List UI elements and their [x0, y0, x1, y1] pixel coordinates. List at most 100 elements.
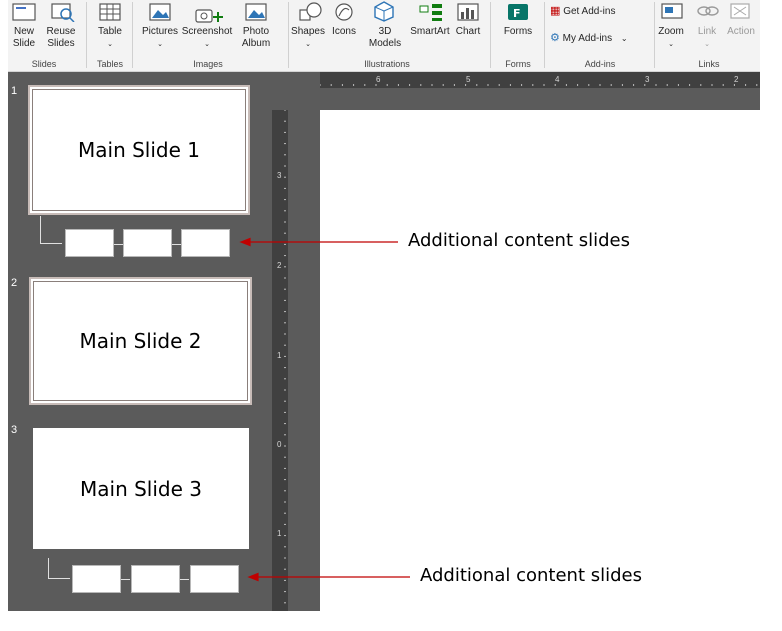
shapes-icon — [299, 2, 322, 21]
smartart-button[interactable]: SmartArt — [408, 26, 452, 38]
workspace: 1 Main Slide 1 2 Main Slide 2 3 Main Sli… — [8, 72, 760, 611]
pictures-button[interactable]: Pictures ⌄ — [140, 26, 180, 51]
ruler-number: 4 — [555, 75, 560, 84]
slide-thumbnail-3[interactable]: Main Slide 3 — [33, 428, 249, 549]
group-label-tables: Tables — [96, 59, 123, 69]
tree-connector — [48, 558, 70, 579]
action-icon — [730, 3, 750, 19]
ruler-number: 2 — [277, 261, 282, 270]
my-addins-button[interactable]: ⚙ My Add-ins ⌄ — [550, 32, 628, 45]
ruler-number: 3 — [645, 75, 650, 84]
content-slide-thumbnail[interactable] — [72, 565, 121, 593]
icons-icon — [335, 3, 353, 21]
slide-title: Main Slide 3 — [80, 476, 202, 501]
ruler-ticks — [320, 84, 758, 86]
icons-button[interactable]: Icons — [328, 26, 360, 38]
tree-connector — [40, 216, 62, 244]
horizontal-ruler[interactable]: 6 5 4 3 2 — [320, 72, 760, 88]
group-separator — [544, 2, 545, 68]
get-addins-button[interactable]: ▦ Get Add-ins — [550, 5, 615, 18]
slide-number: 1 — [11, 85, 18, 97]
ruler-number: 2 — [734, 75, 739, 84]
photo-album-label: Photo Album — [241, 26, 271, 49]
group-separator — [86, 2, 87, 68]
link-icon — [697, 6, 719, 16]
screenshot-button[interactable]: Screenshot ⌄ — [180, 26, 234, 51]
slide-title: Main Slide 2 — [79, 329, 202, 353]
table-button[interactable]: Table ⌄ — [94, 26, 126, 51]
chevron-down-icon: ⌄ — [668, 41, 674, 48]
group-separator — [490, 2, 491, 68]
pictures-icon — [149, 3, 171, 21]
shapes-button[interactable]: Shapes ⌄ — [290, 26, 326, 51]
annotation-text: Additional content slides — [408, 230, 630, 251]
content-slide-thumbnail[interactable] — [181, 229, 230, 257]
chevron-down-icon: ⌄ — [620, 34, 628, 43]
chevron-down-icon: ⌄ — [107, 41, 113, 48]
action-label: Action — [727, 26, 755, 37]
new-slide-button[interactable]: New Slide — [10, 26, 38, 50]
group-label-links: Links — [698, 59, 720, 69]
group-label-images: Images — [193, 59, 223, 69]
forms-icon: F — [508, 4, 528, 20]
group-label-illustrations: Illustrations — [364, 59, 410, 69]
smartart-label: SmartArt — [410, 26, 450, 37]
group-label-forms: Forms — [505, 59, 531, 69]
zoom-button[interactable]: Zoom ⌄ — [654, 26, 688, 51]
slide-number: 2 — [11, 277, 18, 289]
ruler-number: 1 — [277, 351, 282, 360]
3d-models-label: 3D Models — [368, 26, 402, 49]
icons-label: Icons — [332, 26, 356, 37]
group-separator — [132, 2, 133, 68]
group-label-slides: Slides — [31, 59, 57, 69]
connector-dash — [180, 579, 189, 580]
slide-thumbnail-1[interactable]: Main Slide 1 — [28, 85, 250, 215]
group-label-addins: Add-ins — [584, 59, 616, 69]
slide-number: 3 — [11, 424, 18, 436]
forms-button[interactable]: Forms — [498, 26, 538, 38]
chevron-down-icon: ⌄ — [204, 41, 210, 48]
ribbon: New Slide Reuse Slides Slides Table ⌄ Ta… — [8, 0, 760, 72]
photo-album-icon — [245, 3, 267, 21]
ruler-number: 5 — [466, 75, 471, 84]
chart-button[interactable]: Chart — [452, 26, 484, 38]
3d-models-icon — [374, 1, 394, 22]
slide-thumbnail-2[interactable]: Main Slide 2 — [29, 277, 252, 405]
connector-dash — [121, 579, 130, 580]
link-button[interactable]: Link ⌄ — [692, 26, 722, 51]
content-slide-thumbnail[interactable] — [131, 565, 180, 593]
reuse-slides-icon — [51, 3, 75, 22]
get-addins-label: Get Add-ins — [563, 6, 616, 17]
slide-thumbnail-pane[interactable]: 1 Main Slide 1 2 Main Slide 2 3 Main Sli… — [8, 72, 270, 611]
chart-label: Chart — [455, 26, 481, 37]
store-icon: ▦ — [550, 5, 561, 17]
smartart-icon — [419, 4, 442, 21]
content-slide-thumbnail[interactable] — [123, 229, 172, 257]
new-slide-label: New Slide — [12, 26, 36, 49]
connector-dash — [172, 244, 181, 245]
chevron-down-icon: ⌄ — [157, 41, 163, 48]
slide-title: Main Slide 1 — [78, 138, 200, 162]
content-slide-thumbnail[interactable] — [65, 229, 114, 257]
screenshot-label: Screenshot — [181, 26, 233, 37]
table-label: Table — [98, 26, 122, 37]
slide-editing-canvas[interactable] — [320, 110, 760, 611]
my-addins-icon: ⚙ — [550, 32, 560, 44]
ruler-number: 6 — [376, 75, 381, 84]
connector-dash — [114, 244, 123, 245]
chevron-down-icon: ⌄ — [305, 41, 311, 48]
table-icon — [99, 3, 121, 21]
reuse-slides-label: Reuse Slides — [46, 26, 76, 49]
zoom-icon — [661, 3, 683, 19]
vertical-ruler[interactable]: 3 2 1 0 1 — [272, 110, 288, 611]
group-separator — [288, 2, 289, 68]
reuse-slides-button[interactable]: Reuse Slides — [44, 26, 78, 50]
screenshot-icon — [195, 9, 223, 23]
shapes-label: Shapes — [291, 26, 325, 37]
action-button[interactable]: Action — [722, 26, 760, 38]
annotation-text: Additional content slides — [420, 565, 642, 586]
3d-models-button[interactable]: 3D Models — [362, 26, 408, 50]
photo-album-button[interactable]: Photo Album — [234, 26, 278, 50]
ruler-number: 1 — [277, 529, 282, 538]
content-slide-thumbnail[interactable] — [190, 565, 239, 593]
